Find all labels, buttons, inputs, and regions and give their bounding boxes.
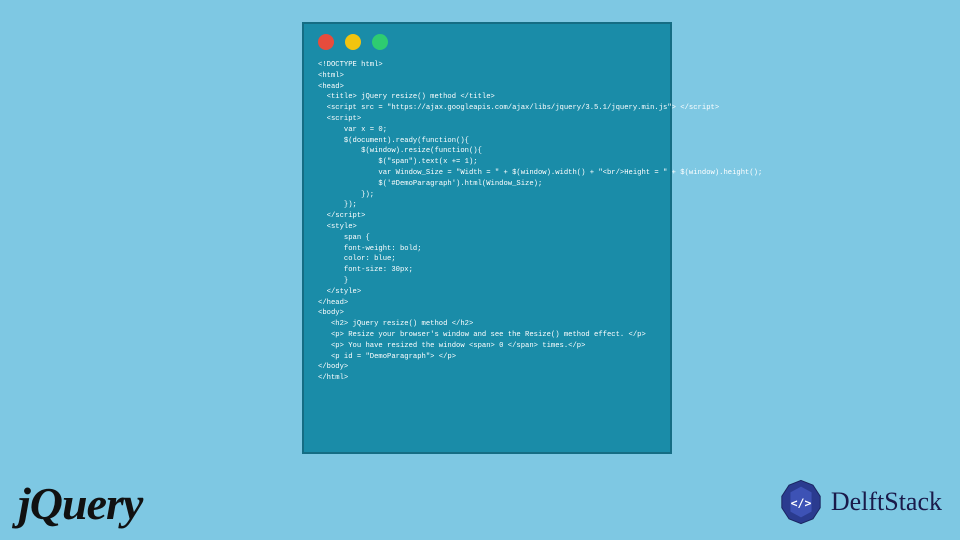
delftstack-icon: </> bbox=[777, 478, 825, 526]
code-window: <!DOCTYPE html> <html> <head> <title> jQ… bbox=[302, 22, 672, 454]
svg-text:</>: </> bbox=[790, 496, 811, 510]
close-icon bbox=[318, 34, 334, 50]
delftstack-logo: </> DelftStack bbox=[777, 478, 942, 526]
jquery-logo: jQuery bbox=[18, 477, 142, 530]
jquery-logo-text: jQuery bbox=[18, 478, 142, 529]
delftstack-text: DelftStack bbox=[831, 487, 942, 517]
maximize-icon bbox=[372, 34, 388, 50]
window-controls bbox=[304, 24, 670, 56]
code-content: <!DOCTYPE html> <html> <head> <title> jQ… bbox=[304, 56, 670, 394]
minimize-icon bbox=[345, 34, 361, 50]
